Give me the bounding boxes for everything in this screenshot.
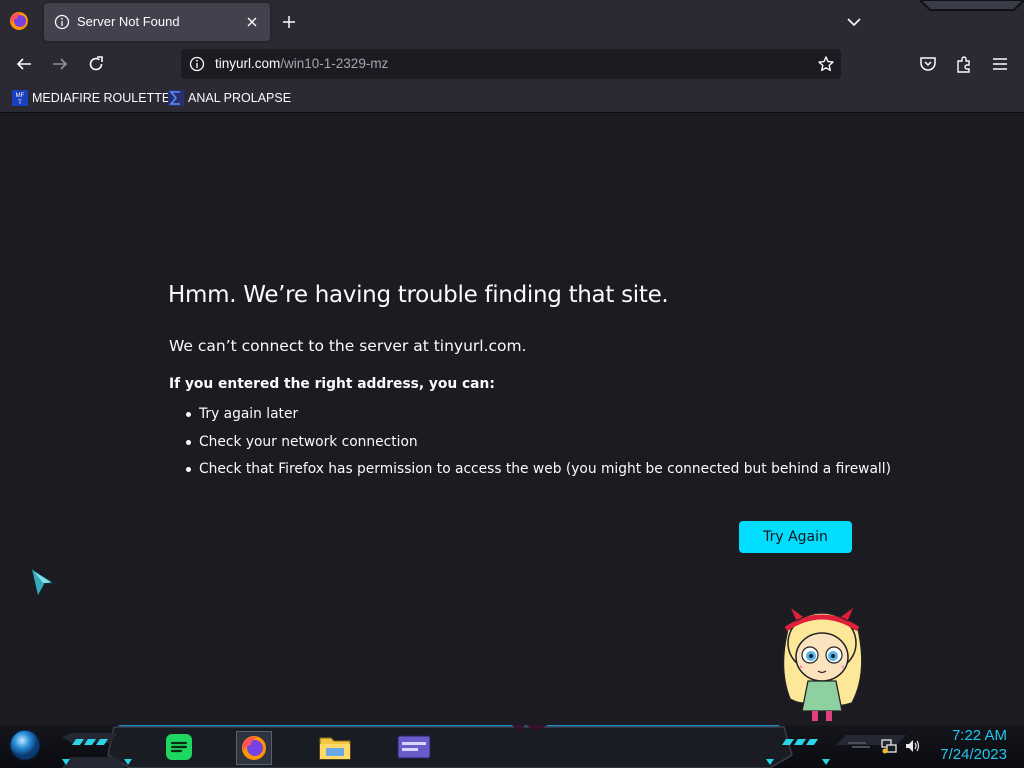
bookmarks-toolbar: MF T MEDIAFIRE ROULETTER ANAL PROLAPSE (0, 84, 1024, 113)
tab-strip: Server Not Found (0, 0, 1024, 44)
reload-icon[interactable] (86, 54, 106, 74)
back-arrow-icon[interactable] (14, 54, 34, 74)
taskbar-frame-decoration (62, 725, 906, 768)
firefox-menu-icon[interactable] (8, 10, 30, 32)
taskbar-app-window[interactable] (394, 731, 434, 763)
svg-text:T: T (18, 100, 22, 106)
extensions-icon[interactable] (954, 54, 974, 74)
site-info-icon[interactable] (189, 56, 205, 72)
pocket-icon[interactable] (918, 54, 938, 74)
bookmark-second[interactable]: ANAL PROLAPSE (168, 89, 291, 107)
error-hint: If you entered the right address, you ca… (169, 376, 495, 392)
bookmark-star-icon[interactable] (817, 55, 835, 73)
window-app-icon (397, 735, 431, 759)
hamburger-menu-icon[interactable] (990, 54, 1010, 74)
taskbar (0, 725, 1024, 768)
suggestion-item: Try again later (169, 406, 891, 434)
clock-time[interactable]: 7:22 AM (935, 727, 1007, 744)
url-text[interactable]: tinyurl.com/win10-1-2329-mz (215, 56, 388, 71)
bookmark-mediafire[interactable]: MF T MEDIAFIRE ROULETTER (12, 89, 179, 107)
chevron-down-icon[interactable] (844, 12, 864, 32)
bookmark-label: MEDIAFIRE ROULETTER (32, 91, 180, 105)
suggestion-item: Check that Firefox has permission to acc… (169, 461, 891, 489)
forward-arrow-icon[interactable] (50, 54, 70, 74)
taskbar-app-file-explorer[interactable] (318, 731, 352, 763)
suggestion-item: Check your network connection (169, 434, 891, 462)
mediafire-icon: MF T (12, 90, 28, 106)
taskbar-app-firefox[interactable] (236, 731, 272, 765)
error-short-description: We can’t connect to the server at tinyur… (169, 337, 527, 355)
new-tab-icon[interactable] (279, 12, 299, 32)
start-button[interactable] (8, 729, 42, 761)
close-tab-icon[interactable] (242, 12, 262, 32)
tab-title: Server Not Found (77, 14, 180, 29)
cartoon-girl-mascot (782, 605, 863, 721)
try-again-button[interactable]: Try Again (739, 521, 852, 553)
clock-date[interactable]: 7/24/2023 (930, 746, 1007, 763)
sigma-icon (168, 90, 184, 106)
taskbar-app-spotify[interactable] (162, 731, 196, 763)
volume-icon[interactable] (904, 737, 922, 755)
error-title: Hmm. We’re having trouble finding that s… (168, 282, 669, 308)
tab-server-not-found[interactable]: Server Not Found (44, 3, 270, 41)
file-explorer-icon (319, 737, 351, 760)
navigation-toolbar: tinyurl.com/win10-1-2329-mz (0, 44, 1024, 84)
bookmark-label: ANAL PROLAPSE (188, 91, 292, 105)
url-path: /win10-1-2329-mz (280, 56, 389, 71)
start-orb-icon (9, 729, 41, 761)
network-icon[interactable] (880, 737, 898, 755)
window-frame-decoration (920, 0, 1024, 11)
mouse-cursor-icon (30, 567, 57, 597)
error-page: Hmm. We’re having trouble finding that s… (0, 113, 1024, 725)
url-host: tinyurl.com (215, 56, 281, 71)
spotify-icon (166, 734, 192, 760)
info-icon (54, 14, 70, 30)
svg-text:MF: MF (16, 93, 25, 99)
url-bar[interactable]: tinyurl.com/win10-1-2329-mz (181, 49, 841, 79)
firefox-icon (242, 736, 266, 760)
error-suggestions-list: Try again later Check your network conne… (169, 406, 891, 489)
